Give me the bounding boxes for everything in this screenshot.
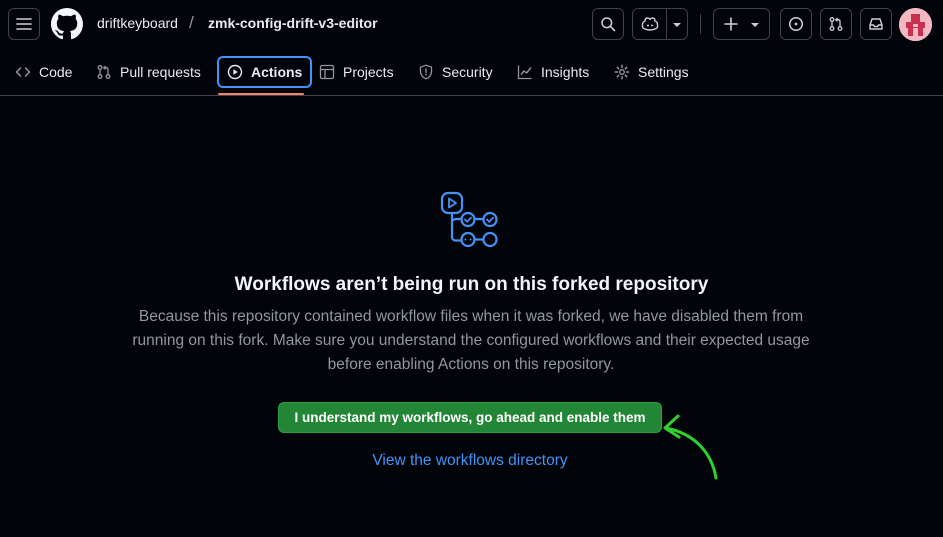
- tab-insights[interactable]: Insights: [509, 56, 597, 88]
- menu-icon: [16, 18, 32, 30]
- breadcrumb-owner[interactable]: driftkeyboard: [97, 15, 178, 31]
- table-icon: [319, 64, 335, 80]
- plus-icon: [724, 17, 738, 31]
- tab-settings[interactable]: Settings: [606, 56, 697, 88]
- issues-button[interactable]: [780, 8, 812, 40]
- search-icon: [601, 17, 616, 32]
- create-new-button[interactable]: [713, 8, 770, 40]
- chevron-down-icon: [673, 23, 681, 27]
- tab-label: Code: [39, 64, 73, 80]
- selected-tab-indicator: [218, 93, 304, 95]
- code-icon: [15, 67, 31, 77]
- inbox-icon: [869, 18, 883, 30]
- tab-label: Security: [442, 64, 493, 80]
- blank-slate-title: Workflows aren’t being run on this forke…: [234, 274, 709, 295]
- play-icon: [227, 64, 243, 80]
- blank-slate-description: Because this repository contained workfl…: [132, 308, 810, 373]
- view-workflows-link[interactable]: View the workflows directory: [0, 452, 940, 470]
- tab-security[interactable]: Security: [410, 56, 501, 88]
- shield-icon: [419, 64, 433, 80]
- pull-requests-button[interactable]: [820, 8, 852, 40]
- copilot-button[interactable]: [632, 8, 688, 40]
- tab-label: Settings: [638, 64, 689, 80]
- tab-code[interactable]: Code: [7, 56, 80, 88]
- menu-button[interactable]: [8, 8, 40, 40]
- gear-icon: [614, 64, 630, 80]
- tab-pull-requests[interactable]: Pull requests: [88, 56, 209, 88]
- tab-projects[interactable]: Projects: [311, 56, 402, 88]
- top-bar: driftkeyboard / zmk-config-drift-v3-edit…: [0, 0, 943, 48]
- issues-icon: [788, 16, 804, 32]
- breadcrumb-repo[interactable]: zmk-config-drift-v3-editor: [208, 15, 378, 31]
- tab-label: Projects: [343, 64, 394, 80]
- inbox-button[interactable]: [860, 8, 892, 40]
- tab-actions[interactable]: Actions: [217, 56, 313, 88]
- copilot-icon: [641, 17, 658, 31]
- annotation-arrow: [663, 414, 718, 480]
- search-button[interactable]: [592, 8, 624, 40]
- chevron-down-icon: [751, 23, 759, 27]
- enable-workflows-button[interactable]: I understand my workflows, go ahead and …: [278, 402, 662, 433]
- repo-tabs: Code Pull requests Actions Projects Secu…: [0, 56, 943, 96]
- tab-label: Pull requests: [120, 64, 201, 80]
- breadcrumb-separator: /: [189, 13, 194, 32]
- graph-icon: [517, 65, 532, 80]
- divider: [700, 14, 701, 34]
- avatar[interactable]: [899, 8, 932, 41]
- tab-label: Actions: [251, 64, 303, 80]
- git-pull-request-icon: [97, 65, 111, 79]
- github-logo[interactable]: [51, 8, 83, 40]
- tab-label: Insights: [541, 64, 590, 80]
- pull-requests-icon: [829, 17, 843, 31]
- workflow-icon: [440, 191, 498, 248]
